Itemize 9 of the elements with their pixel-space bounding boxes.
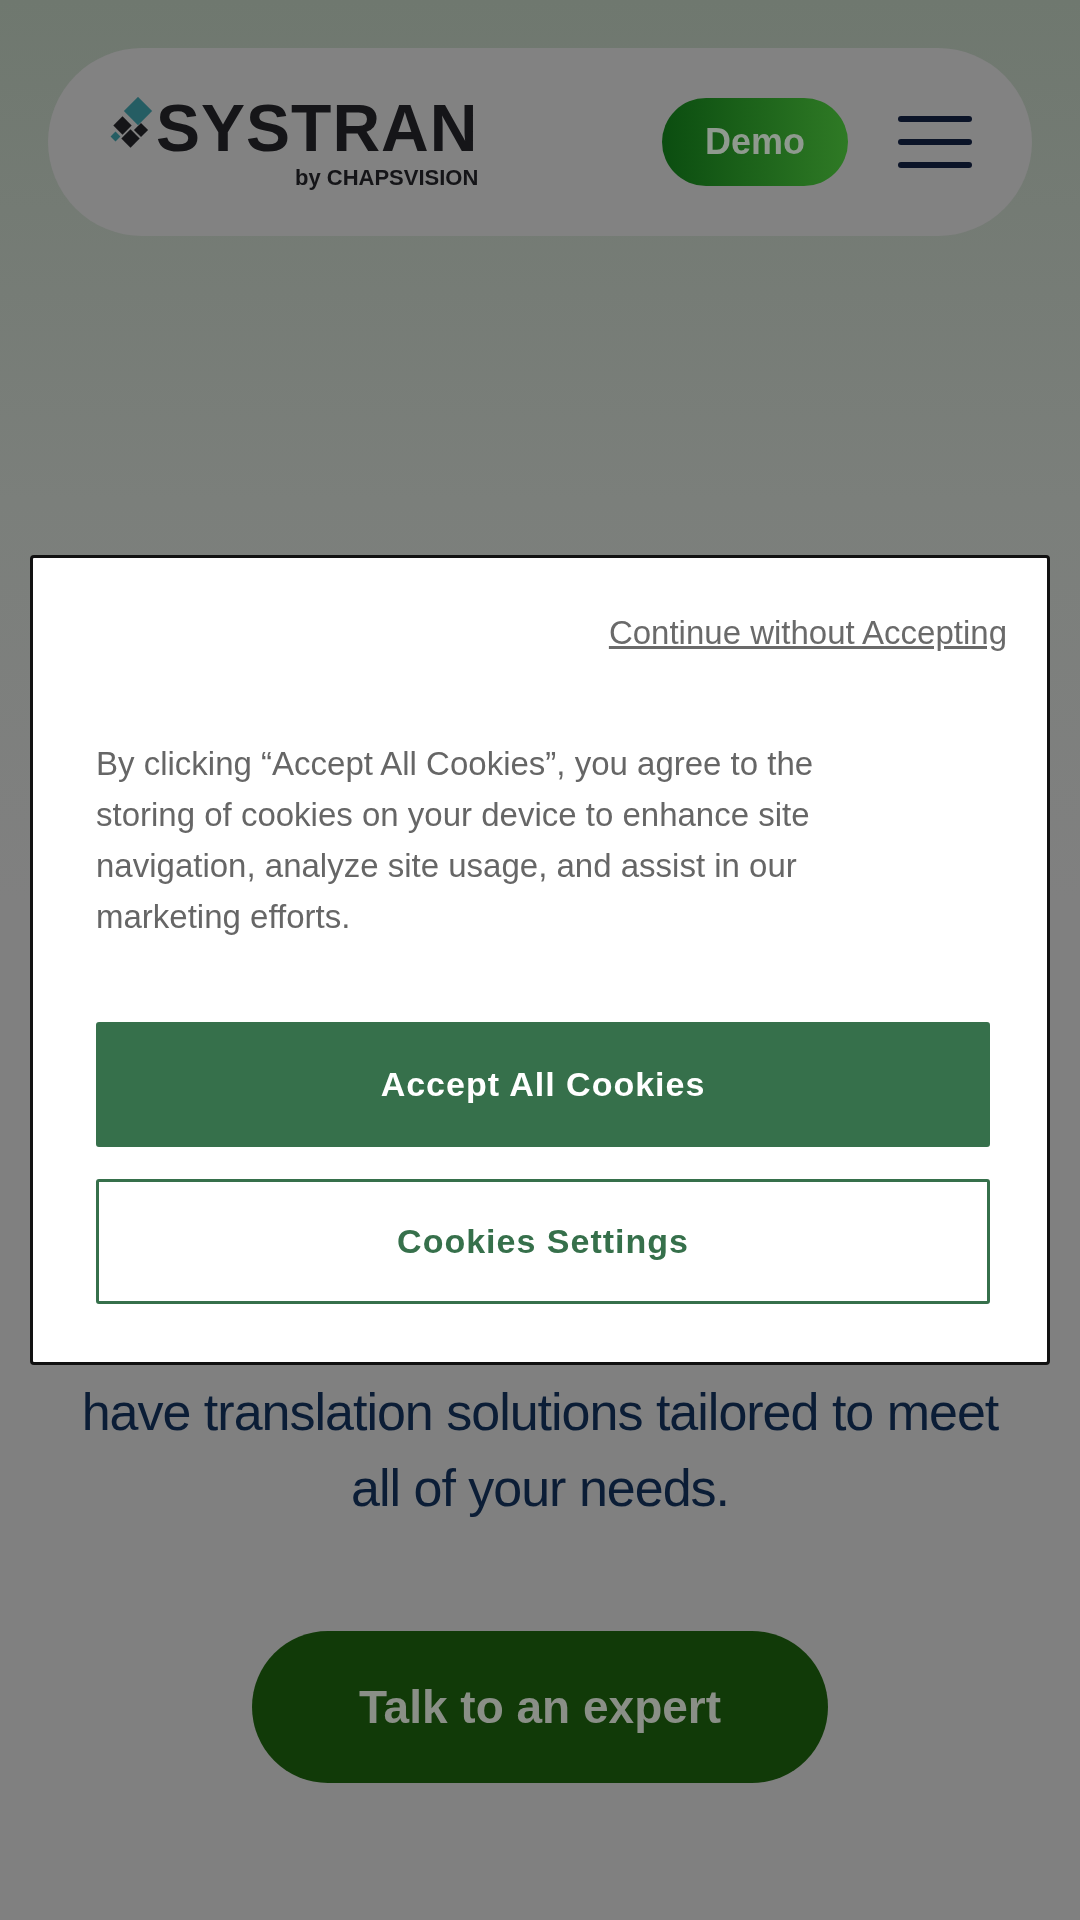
accept-cookies-button[interactable]: Accept All Cookies: [96, 1021, 990, 1147]
talk-to-expert-button[interactable]: Talk to an expert: [252, 1631, 828, 1783]
continue-link[interactable]: Continue without Accepting: [608, 608, 1007, 658]
logo-subtext: by CHAPSVISION: [295, 167, 479, 189]
cookie-settings-button[interactable]: Cookies Settings: [96, 1178, 990, 1304]
logo-text: SYSTRAN: [156, 95, 479, 161]
cookie-message: By clicking “Accept All Cookies”, you agree to the storing of cookies on your device to enhance site navigation, analyze site usage, and assist in our marketing efforts.: [96, 743, 815, 937]
hero-text: have translation solutions tailored to meet all of your needs.: [80, 1382, 1000, 1519]
menu-icon[interactable]: [898, 114, 972, 170]
